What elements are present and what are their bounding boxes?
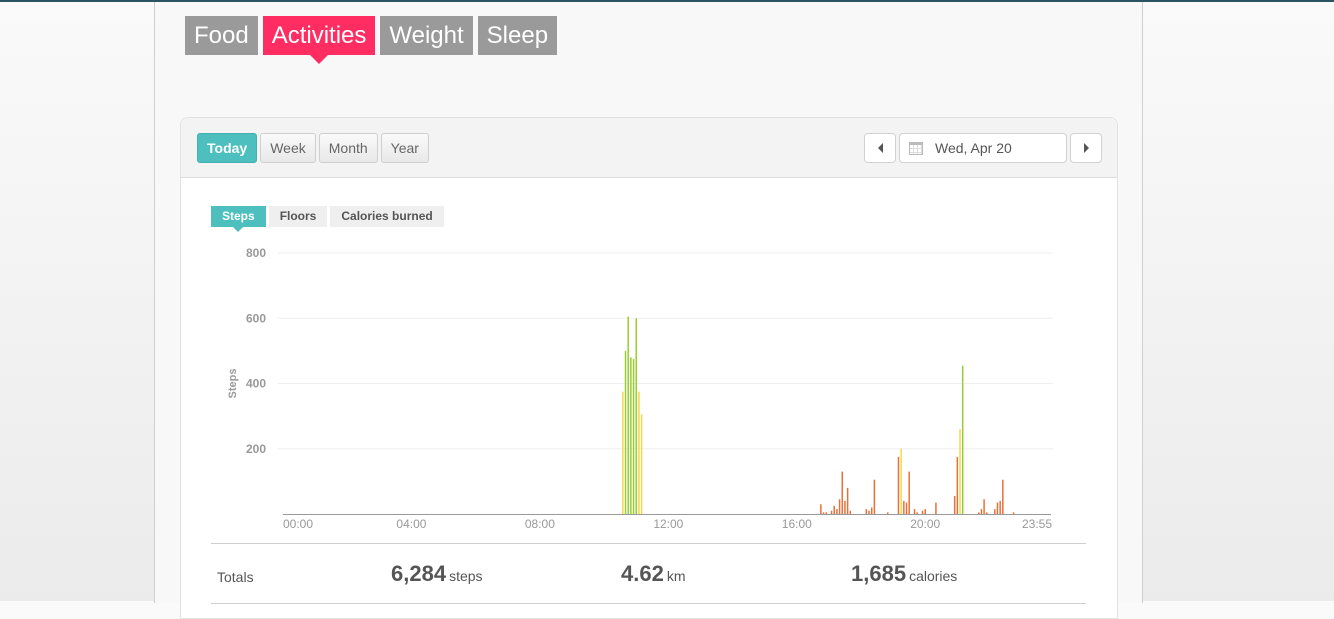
step-bar	[632, 359, 635, 514]
step-bar	[822, 512, 825, 514]
total-calories-unit: calories	[909, 568, 958, 584]
totals-row: Totals 6,284 steps 4.62 km 1,685 calories	[211, 543, 1086, 604]
x-tick-label: 08:00	[525, 517, 555, 531]
step-bar	[996, 502, 999, 514]
step-bar	[635, 318, 637, 514]
main-tabs: Food Activities Weight Sleep	[185, 16, 558, 64]
step-bar	[833, 505, 835, 514]
step-bar	[913, 509, 916, 514]
total-distance-value: 4.62	[621, 561, 664, 586]
step-bar	[836, 509, 838, 514]
step-bar	[961, 365, 964, 514]
tab-sleep[interactable]: Sleep	[477, 16, 558, 55]
step-bar	[986, 512, 988, 514]
y-tick-label: 200	[246, 442, 266, 456]
step-bar	[630, 357, 632, 514]
total-distance-unit: km	[666, 568, 686, 584]
step-bar	[868, 510, 870, 514]
tab-weight[interactable]: Weight	[380, 16, 473, 55]
x-tick-label: 23:55	[1022, 517, 1052, 531]
total-steps: 6,284 steps	[391, 561, 483, 587]
step-bar	[887, 512, 889, 514]
y-tick-label: 400	[246, 377, 266, 391]
step-bar	[999, 500, 1001, 514]
step-bar	[838, 499, 841, 514]
step-bar	[865, 509, 868, 514]
steps-chart: 200 400 600 800 Steps 00:00 04:00 08:00 12:00 16:…	[227, 246, 1053, 531]
step-bar	[844, 500, 846, 514]
step-bar	[624, 350, 627, 514]
step-bar	[924, 509, 926, 514]
step-bar	[846, 487, 849, 514]
step-bar	[905, 502, 908, 514]
x-tick-label: 04:00	[396, 517, 426, 531]
activity-panel: Today Week Month Year Wed, Apr 20 Steps	[180, 117, 1118, 619]
step-bar	[916, 512, 918, 514]
page-container: Food Activities Weight Sleep Today Week …	[154, 2, 1143, 619]
x-tick-label: 20:00	[910, 517, 940, 531]
step-bar	[1002, 479, 1004, 514]
step-bar	[873, 479, 876, 514]
step-bar	[870, 507, 873, 514]
step-bar	[994, 509, 996, 514]
step-bar	[841, 471, 844, 514]
step-bar	[622, 391, 624, 514]
tab-activities[interactable]: Activities	[262, 16, 376, 64]
y-tick-label: 600	[246, 311, 266, 325]
step-bar	[830, 510, 833, 514]
step-bar	[820, 504, 822, 514]
step-bar	[980, 509, 983, 514]
step-bar	[959, 429, 961, 514]
step-bar	[903, 500, 905, 514]
x-tick-label: 16:00	[782, 517, 812, 531]
step-bar	[953, 496, 956, 514]
step-bar	[900, 448, 902, 514]
total-calories: 1,685 calories	[851, 561, 957, 587]
step-bar	[956, 456, 959, 514]
step-bar	[921, 510, 924, 514]
y-tick-label: 800	[246, 246, 266, 260]
x-tick-label: 00:00	[283, 517, 313, 531]
total-steps-value: 6,284	[391, 561, 447, 586]
step-bar	[638, 391, 640, 514]
step-bar	[977, 512, 980, 514]
x-tick-label: 12:00	[653, 517, 683, 531]
step-bar	[640, 414, 643, 514]
total-distance: 4.62 km	[621, 561, 686, 587]
totals-label: Totals	[217, 569, 254, 585]
y-axis-label: Steps	[227, 369, 239, 399]
step-bar	[983, 499, 985, 514]
step-bar	[849, 510, 852, 514]
step-bar	[1012, 512, 1015, 514]
step-bar	[897, 456, 900, 514]
total-steps-unit: steps	[449, 568, 483, 584]
step-bar	[908, 471, 910, 514]
step-bar	[825, 512, 827, 514]
step-bar	[627, 316, 629, 514]
step-bar	[935, 502, 937, 514]
total-calories-value: 1,685	[851, 561, 907, 586]
tab-food[interactable]: Food	[185, 16, 258, 55]
